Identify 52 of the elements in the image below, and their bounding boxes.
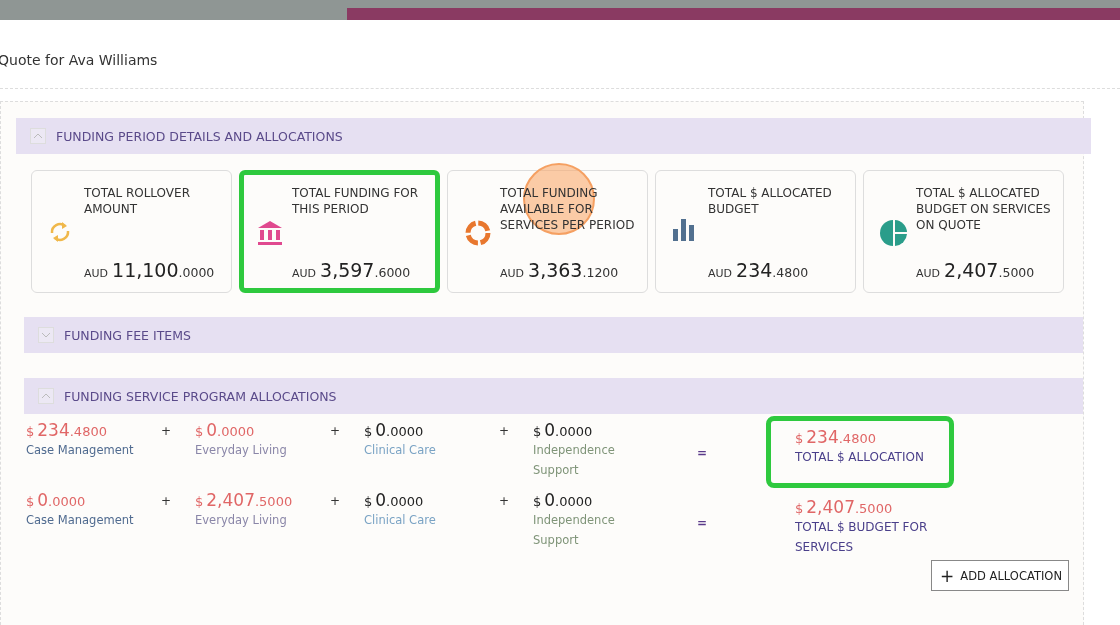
- program-label: Independence Support: [533, 512, 616, 549]
- program-label: Case Management: [26, 442, 135, 459]
- expand-toggle[interactable]: [38, 327, 54, 343]
- plus-sign: +: [330, 494, 342, 508]
- total-value: $ 2,407.5000: [795, 497, 894, 517]
- plus-sign: +: [161, 494, 173, 508]
- currency-code: AUD: [708, 267, 733, 280]
- amount-value: $ 0.0000: [26, 490, 87, 510]
- chevron-up-icon: [33, 133, 43, 139]
- card-label: TOTAL ROLLOVER AMOUNT: [84, 185, 191, 218]
- card-label: TOTAL $ ALLOCATED BUDGET: [708, 185, 833, 218]
- program-label: Everyday Living: [195, 512, 288, 529]
- plus-sign: +: [499, 494, 511, 508]
- plus-sign: +: [330, 424, 342, 438]
- amount-value: $ 0.0000: [195, 420, 256, 440]
- amount-value: 2,407.5000: [944, 259, 1035, 281]
- card-label: TOTAL FUNDING FOR THIS PERIOD: [292, 185, 420, 218]
- program-label: Case Management: [26, 512, 135, 529]
- program-label: Clinical Care: [364, 442, 437, 459]
- amount-value: 11,100.0000: [112, 259, 215, 281]
- chevron-down-icon: [41, 332, 51, 338]
- currency-code: AUD: [916, 267, 941, 280]
- amount-value: $ 2,407.5000: [195, 490, 294, 510]
- collapse-toggle[interactable]: [38, 388, 54, 404]
- equals-sign: =: [695, 446, 709, 460]
- amount-value: $ 0.0000: [533, 490, 594, 510]
- amount-value: $ 234.4800: [26, 420, 108, 440]
- total-value: $ 234.4800: [795, 427, 877, 447]
- equals-sign: =: [695, 516, 709, 530]
- section-title: FUNDING SERVICE PROGRAM ALLOCATIONS: [64, 388, 337, 404]
- amount-value: 3,363.1200: [528, 259, 619, 281]
- card-label: TOTAL $ ALLOCATED BUDGET ON SERVICES ON QUOTE: [916, 185, 1052, 234]
- section-title: FUNDING PERIOD DETAILS AND ALLOCATIONS: [56, 128, 343, 144]
- currency-code: AUD: [500, 267, 525, 280]
- amount-value: 3,597.6000: [320, 259, 411, 281]
- currency-code: AUD: [84, 267, 109, 280]
- plus-sign: +: [499, 424, 511, 438]
- total-label: TOTAL $ ALLOCATION: [795, 449, 925, 466]
- total-label: TOTAL $ BUDGET FOR SERVICES: [795, 519, 929, 556]
- collapse-toggle[interactable]: [30, 128, 46, 144]
- add-allocation-button[interactable]: + ADD ALLOCATION: [931, 560, 1069, 591]
- currency-code: AUD: [292, 267, 317, 280]
- amount-value: $ 0.0000: [533, 420, 594, 440]
- program-label: Everyday Living: [195, 442, 288, 459]
- plus-sign: +: [161, 424, 173, 438]
- amount-value: $ 0.0000: [364, 420, 425, 440]
- section-title: FUNDING FEE ITEMS: [64, 327, 191, 343]
- amount-value: $ 0.0000: [364, 490, 425, 510]
- program-label: Independence Support: [533, 442, 616, 479]
- program-label: Clinical Care: [364, 512, 437, 529]
- amount-value: 234.4800: [736, 259, 809, 281]
- chevron-up-icon: [41, 393, 51, 399]
